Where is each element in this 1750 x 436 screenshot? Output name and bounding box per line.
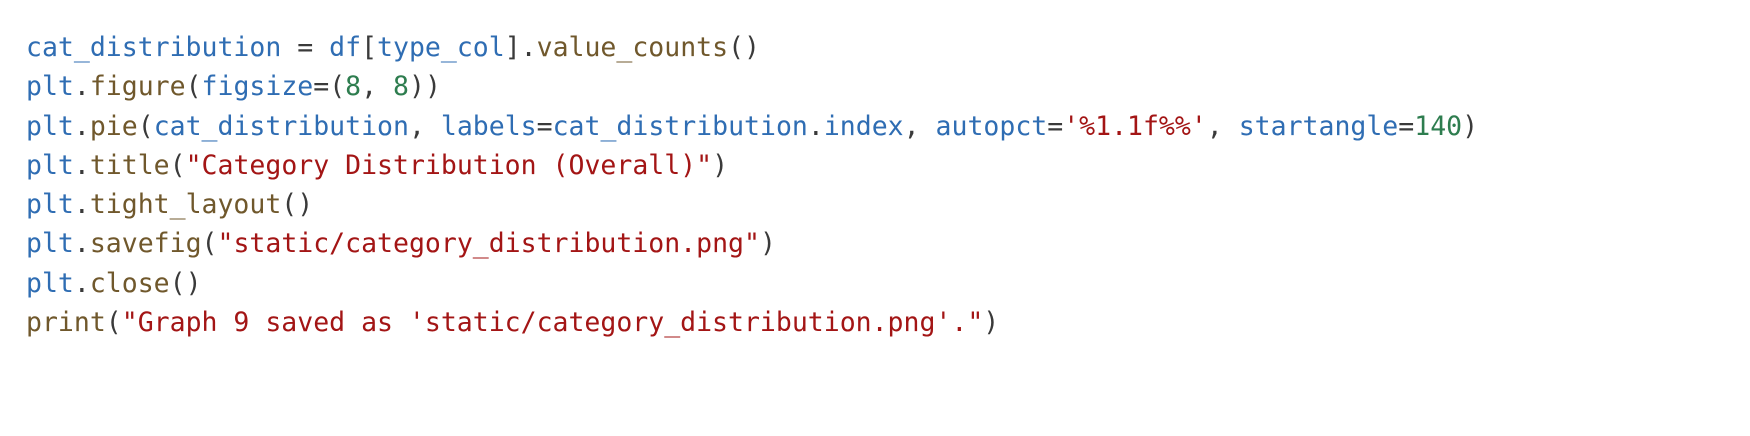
identifier: cat_distribution [26,32,282,63]
paren: ) [1462,110,1479,142]
identifier: cat_distribution [552,110,808,142]
punctuation: , [1206,110,1239,142]
paren: () [728,32,760,63]
bracket: ]. [504,32,537,63]
number-literal: 140 [1414,110,1463,142]
code-block: cat_distribution = df[type_col].value_co… [26,28,1478,342]
operator: = [536,110,553,142]
operator: = [1047,110,1064,142]
code-line: plt.figure(figsize=(8, 8)) [26,67,1478,106]
paren: () [281,189,314,221]
keyword-arg: autopct [935,110,1048,142]
function-name: pie [89,110,138,142]
identifier: plt [26,110,74,142]
paren: ( [169,149,186,181]
function-name: tight_layout [89,189,282,221]
punctuation: , [903,110,936,142]
code-line: plt.title("Category Distribution (Overal… [26,146,1478,185]
keyword-arg: startangle [1238,110,1399,142]
paren: () [169,267,202,299]
identifier: plt [26,189,74,221]
punctuation: , [361,71,394,103]
string-literal: "Category Distribution (Overall)" [185,149,713,181]
punctuation: , [408,110,441,142]
paren: ) [983,307,1000,339]
operator: = [281,32,330,63]
punctuation: . [73,267,90,299]
operator: =( [313,71,346,103]
paren: ) [712,149,729,181]
paren: ( [137,110,154,142]
paren: ) [759,228,776,260]
identifier: index [823,110,904,142]
keyword-arg: labels [440,110,537,142]
function-name: figure [89,71,186,103]
punctuation: . [73,71,90,103]
paren: ( [201,228,218,260]
code-line: plt.close() [26,264,1478,303]
function-name: close [89,267,170,299]
paren: ( [105,307,122,339]
punctuation: . [73,149,90,181]
identifier: plt [26,149,74,181]
string-literal: "Graph 9 saved as 'static/category_distr… [121,307,984,339]
identifier: plt [26,267,74,299]
function-name: print [26,307,106,339]
paren: )) [409,71,441,103]
function-name: value_counts [536,32,729,63]
code-line: cat_distribution = df[type_col].value_co… [26,28,1478,67]
string-literal: '%1.1f%%' [1063,110,1207,142]
code-line: plt.pie(cat_distribution, labels=cat_dis… [26,107,1478,146]
function-name: title [89,149,170,181]
paren: ( [185,71,202,103]
code-line: print("Graph 9 saved as 'static/category… [26,303,1478,342]
punctuation: . [73,110,90,142]
operator: = [1398,110,1415,142]
punctuation: . [73,189,90,221]
function-name: savefig [89,228,202,260]
identifier: type_col [377,32,505,63]
code-line: plt.tight_layout() [26,185,1478,224]
punctuation: . [807,110,824,142]
code-line: plt.savefig("static/category_distributio… [26,224,1478,263]
bracket: [ [361,32,378,63]
identifier: plt [26,71,74,103]
keyword-arg: figsize [201,71,314,103]
identifier: plt [26,228,74,260]
number-literal: 8 [393,71,410,103]
identifier: df [329,32,362,63]
identifier: cat_distribution [153,110,409,142]
punctuation: . [73,228,90,260]
number-literal: 8 [345,71,362,103]
string-literal: "static/category_distribution.png" [217,228,760,260]
